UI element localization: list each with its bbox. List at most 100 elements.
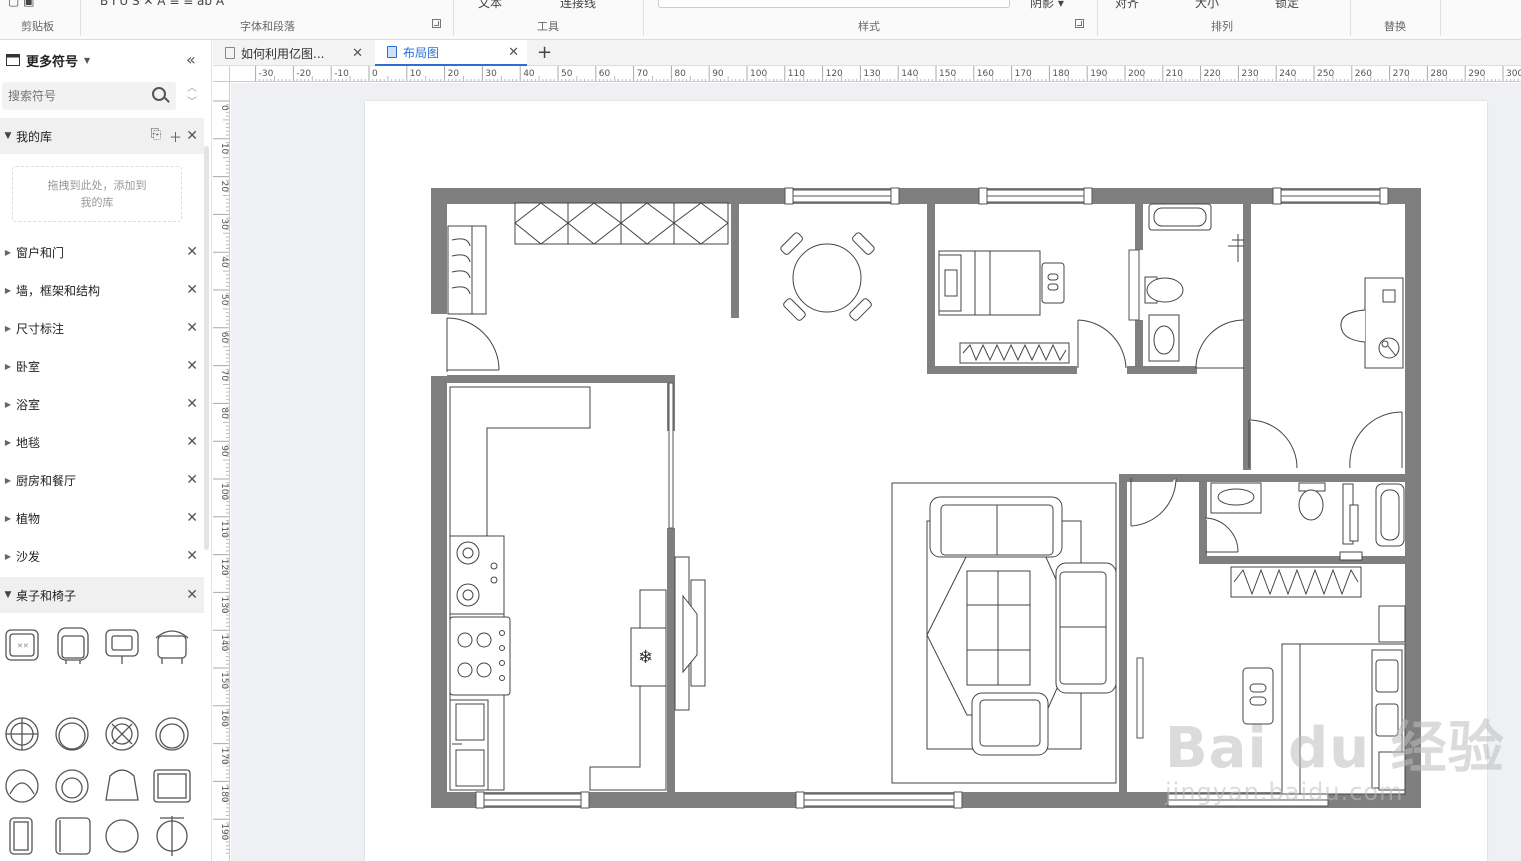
- bedroom-large[interactable]: [1230, 566, 1406, 795]
- round-table-shape[interactable]: [105, 819, 139, 853]
- barrel-chair-shape[interactable]: [105, 769, 139, 801]
- drawing-canvas[interactable]: ❄ Bai du 经验 jingyan.baidu.com: [231, 83, 1521, 861]
- close-icon[interactable]: ✕: [186, 587, 198, 603]
- ruler-label: 220: [1204, 69, 1221, 79]
- category-item[interactable]: ▶ 厨房和餐厅 ✕: [0, 462, 204, 498]
- office-chair-shape[interactable]: [105, 629, 139, 664]
- chevron-down-icon[interactable]: ﹀: [184, 96, 200, 110]
- my-library-header[interactable]: ▼ 我的库 ⎘ ＋ ✕: [0, 118, 204, 154]
- close-icon[interactable]: ✕: [186, 510, 198, 526]
- ruler-label: 170: [1015, 69, 1032, 79]
- triangle-right-icon: ▶: [4, 513, 12, 523]
- close-icon[interactable]: ✕: [508, 45, 519, 60]
- size-button[interactable]: 大小: [1195, 0, 1219, 11]
- chair-shape[interactable]: ✕✕: [5, 629, 39, 661]
- scroll-arrows[interactable]: ︿ ﹀: [184, 82, 200, 110]
- align-button[interactable]: 对齐: [1115, 0, 1139, 11]
- bench-shape[interactable]: [55, 817, 91, 855]
- add-icon[interactable]: ＋: [169, 127, 182, 146]
- dining-table[interactable]: [780, 232, 876, 322]
- top-cabinets[interactable]: [514, 202, 729, 245]
- category-item[interactable]: ▶ 浴室 ✕: [0, 386, 204, 422]
- swivel-chair-shape[interactable]: [105, 717, 139, 751]
- ruler-label: 150: [939, 69, 956, 79]
- close-icon[interactable]: ✕: [186, 396, 198, 412]
- side-chair-shape[interactable]: [155, 630, 189, 664]
- library-drop-zone[interactable]: 拖拽到此处，添加到我的库: [12, 166, 182, 222]
- shadow-button[interactable]: 阴影 ▾: [1030, 0, 1064, 11]
- category-label: 窗户和门: [16, 245, 65, 260]
- search-icon[interactable]: [152, 87, 166, 101]
- close-icon[interactable]: ✕: [186, 320, 198, 336]
- category-item[interactable]: ▶ 窗户和门 ✕: [0, 234, 204, 270]
- close-icon[interactable]: ✕: [186, 358, 198, 374]
- category-item[interactable]: ▶ 植物 ✕: [0, 500, 204, 536]
- drawing-page[interactable]: ❄: [365, 101, 1487, 861]
- triangle-right-icon: ▶: [4, 361, 12, 371]
- close-icon[interactable]: ✕: [186, 472, 198, 488]
- collapse-panel-icon[interactable]: «: [186, 50, 196, 69]
- category-item[interactable]: ▶ 尺寸标注 ✕: [0, 310, 204, 346]
- category-item[interactable]: ▶ 墙，框架和结构 ✕: [0, 272, 204, 308]
- bathroom-3[interactable]: [1210, 482, 1405, 561]
- add-tab-icon[interactable]: +: [537, 42, 552, 63]
- paste-icon[interactable]: ▢ ▣: [8, 0, 35, 8]
- close-icon[interactable]: ✕: [186, 282, 198, 298]
- armchair-shape[interactable]: [57, 627, 89, 664]
- tub-chair-shape[interactable]: [155, 717, 189, 751]
- close-icon[interactable]: ✕: [352, 46, 363, 61]
- ruler-label: 200: [1128, 69, 1145, 79]
- category-item[interactable]: ▶ 卧室 ✕: [0, 348, 204, 384]
- ruler-label: 150: [219, 672, 229, 689]
- category-item[interactable]: ▶ 沙发 ✕: [0, 538, 204, 574]
- ruler-label: 160: [977, 69, 994, 79]
- text-tool-button[interactable]: 文本: [478, 0, 502, 11]
- floor-plan-drawing[interactable]: ❄: [365, 101, 1487, 861]
- kitchen-counter[interactable]: ❄: [449, 386, 706, 791]
- style-dialog-launcher-icon[interactable]: [1075, 19, 1084, 28]
- ruler-label: 270: [1393, 69, 1410, 79]
- font-format-icons[interactable]: B I U S ✕ A ≡ ≡ ab A: [100, 0, 224, 8]
- ruler-label: -10: [334, 69, 349, 79]
- divider: [1440, 0, 1441, 36]
- close-icon[interactable]: ✕: [186, 548, 198, 564]
- ruler-label: 40: [219, 256, 229, 268]
- tab-document-1[interactable]: 如何利用亿图... ✕: [213, 40, 371, 66]
- more-symbols-menu[interactable]: 更多符号 ▼: [6, 50, 90, 70]
- bathroom-2[interactable]: [1340, 277, 1404, 369]
- sofa-chair-shape[interactable]: [9, 817, 33, 855]
- ruler-label: 140: [901, 69, 918, 79]
- bedroom-small[interactable]: [938, 250, 1070, 364]
- divider: [80, 0, 81, 36]
- close-icon[interactable]: ✕: [186, 434, 198, 450]
- tab-layout-plan[interactable]: 布局图 ✕: [375, 40, 527, 66]
- ruler-label: 240: [1279, 69, 1296, 79]
- round-chair-shape[interactable]: [5, 717, 39, 751]
- category-label: 墙，框架和结构: [16, 283, 101, 298]
- category-tables-chairs[interactable]: ▼ 桌子和椅子 ✕: [0, 577, 204, 613]
- wardrobe[interactable]: [447, 225, 487, 315]
- ruler-label: 90: [712, 69, 724, 79]
- lock-button[interactable]: 锁定: [1275, 0, 1299, 11]
- ruler-label: 10: [219, 143, 229, 155]
- chevron-up-icon[interactable]: ︿: [184, 82, 200, 96]
- living-room-set[interactable]: [891, 482, 1117, 784]
- club-chair-shape[interactable]: [55, 769, 89, 803]
- close-icon[interactable]: ✕: [186, 128, 198, 144]
- sidebar-scrollbar[interactable]: [204, 146, 209, 550]
- category-item[interactable]: ▶ 地毯 ✕: [0, 424, 204, 460]
- bathroom-1[interactable]: [1144, 203, 1244, 362]
- search-input[interactable]: [2, 82, 176, 110]
- round-stool-shape[interactable]: [55, 717, 89, 751]
- lounge-chair-shape[interactable]: [5, 769, 39, 803]
- export-icon[interactable]: ⎘: [151, 127, 161, 146]
- style-gallery[interactable]: [658, 0, 1010, 8]
- ruler-label: 30: [219, 218, 229, 230]
- table-with-chairs-shape[interactable]: [156, 816, 188, 856]
- recliner-shape[interactable]: [153, 769, 191, 803]
- ruler-label: 70: [219, 370, 229, 382]
- connector-tool-button[interactable]: 连接线: [560, 0, 596, 11]
- close-icon[interactable]: ✕: [186, 244, 198, 260]
- clipboard-group-label: 剪贴板: [21, 20, 54, 33]
- font-dialog-launcher-icon[interactable]: [432, 19, 441, 28]
